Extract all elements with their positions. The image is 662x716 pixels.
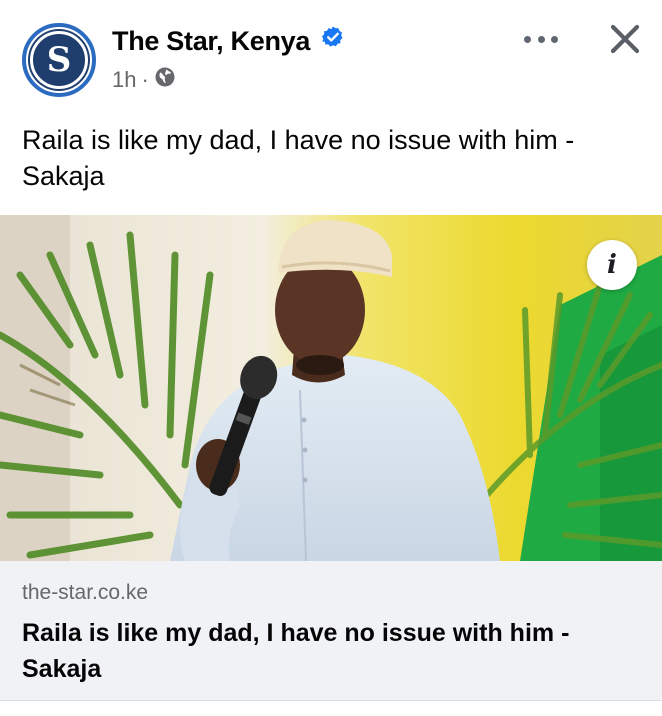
post-timestamp[interactable]: 1h <box>112 67 136 93</box>
verified-badge-icon <box>321 25 345 56</box>
post-header: S The Star, Kenya 1h · <box>0 0 662 110</box>
page-name-link[interactable]: The Star, Kenya <box>112 26 345 58</box>
close-icon[interactable] <box>608 22 642 56</box>
meta-separator: · <box>141 67 149 92</box>
link-title: Raila is like my dad, I have no issue wi… <box>22 619 570 683</box>
post-meta: 1h · <box>112 66 176 94</box>
globe-icon <box>154 66 176 94</box>
link-domain: the-star.co.ke <box>22 581 149 604</box>
post-image[interactable] <box>0 215 662 561</box>
link-preview-card[interactable]: the-star.co.ke Raila is like my dad, I h… <box>0 561 662 701</box>
info-icon[interactable]: i <box>587 240 637 290</box>
post-caption: Raila is like my dad, I have no issue wi… <box>22 125 575 191</box>
page-avatar[interactable]: S <box>22 23 96 97</box>
more-options-icon[interactable] <box>520 28 562 50</box>
facebook-post: S The Star, Kenya 1h · Raila is like my … <box>0 0 662 716</box>
avatar-logo: S <box>30 31 88 89</box>
page-name-text: The Star, Kenya <box>112 26 311 56</box>
